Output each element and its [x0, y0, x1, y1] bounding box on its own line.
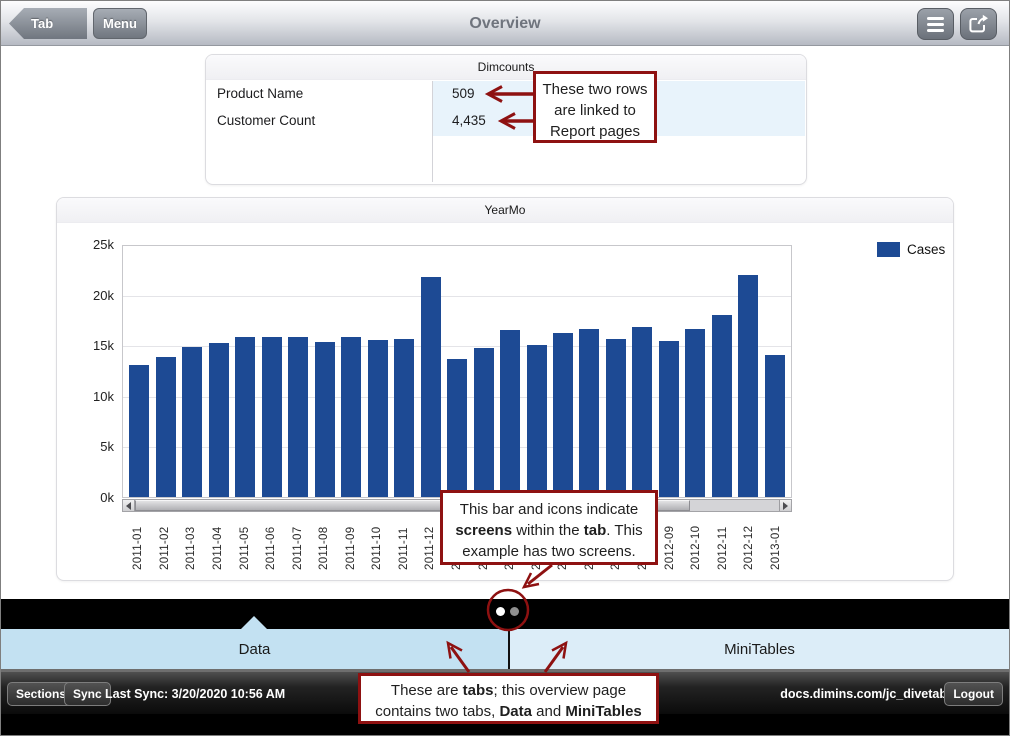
tab-minitables[interactable]: MiniTables	[510, 629, 1009, 669]
screen-dot-2[interactable]	[510, 607, 519, 616]
bar[interactable]	[417, 246, 443, 497]
screen-dot-1[interactable]	[496, 607, 505, 616]
app-window: Tab Block Menu Overview Dimcounts Produc…	[0, 0, 1010, 736]
legend-swatch	[877, 242, 900, 257]
x-axis-label: 2011-02	[152, 514, 179, 570]
y-axis-tick: 0k	[62, 490, 114, 505]
bar[interactable]	[338, 246, 364, 497]
hamburger-icon	[927, 17, 944, 32]
x-axis-label: 2012-09	[656, 514, 683, 570]
bar[interactable]	[735, 246, 761, 497]
bar[interactable]	[603, 246, 629, 497]
bar[interactable]	[444, 246, 470, 497]
x-axis-label: 2011-09	[338, 514, 365, 570]
bar[interactable]	[364, 246, 390, 497]
x-axis-label: 2011-10	[364, 514, 391, 570]
screens-indicator-bar	[1, 599, 1009, 629]
dimcounts-panel: Dimcounts Product Name Customer Count 50…	[205, 54, 807, 185]
x-axis-label: 2012-11	[709, 514, 736, 570]
bar[interactable]	[497, 246, 523, 497]
x-axis-label: 2011-04	[205, 514, 232, 570]
bar[interactable]	[576, 246, 602, 497]
server-url-text: docs.dimins.com/jc_divetab	[780, 672, 947, 717]
x-axis-label: 2011-07	[284, 514, 311, 570]
y-axis-tick: 15k	[62, 338, 114, 353]
x-axis-label: 2013-01	[763, 514, 790, 570]
x-axis-label: 2011-06	[258, 514, 285, 570]
bar[interactable]	[470, 246, 496, 497]
share-icon	[968, 14, 990, 34]
page-title: Overview	[1, 1, 1009, 46]
bar[interactable]	[629, 246, 655, 497]
top-toolbar: Tab Block Menu Overview	[1, 1, 1009, 46]
bars	[123, 246, 791, 497]
annotation-tabs: These are tabs; this overview page conta…	[358, 673, 659, 724]
bar[interactable]	[258, 246, 284, 497]
bar[interactable]	[126, 246, 152, 497]
bar[interactable]	[656, 246, 682, 497]
bar[interactable]	[523, 246, 549, 497]
scrollbar-left-arrow[interactable]	[123, 500, 135, 511]
bar[interactable]	[391, 246, 417, 497]
y-axis-tick: 20k	[62, 288, 114, 303]
x-axis-label: 2011-11	[391, 514, 418, 570]
dimcounts-panel-title: Dimcounts	[206, 55, 806, 80]
bar[interactable]	[762, 246, 788, 497]
y-axis-tick: 25k	[62, 237, 114, 252]
logout-button[interactable]: Logout	[944, 682, 1003, 706]
tab-bar: Data MiniTables	[1, 629, 1009, 669]
chart-legend: Cases	[877, 242, 945, 257]
bar[interactable]	[550, 246, 576, 497]
chart-title: YearMo	[57, 198, 953, 223]
annotation-screens: This bar and icons indicate screens with…	[440, 490, 658, 565]
list-menu-button[interactable]	[917, 8, 954, 40]
dim-row-value-customer-count[interactable]: 4,435	[452, 113, 486, 128]
active-tab-indicator	[241, 616, 267, 629]
x-axis-label: 2011-01	[125, 514, 152, 570]
sync-button[interactable]: Sync	[64, 682, 111, 706]
share-button[interactable]	[960, 8, 997, 40]
tab-divider	[508, 629, 510, 669]
column-divider	[432, 81, 433, 182]
bar[interactable]	[205, 246, 231, 497]
x-axis-label: 2011-05	[231, 514, 258, 570]
dim-row-label-product-name: Product Name	[217, 86, 303, 101]
x-axis-label: 2011-08	[311, 514, 338, 570]
legend-label: Cases	[907, 242, 945, 257]
dim-row-value-product-name[interactable]: 509	[452, 86, 475, 101]
bar[interactable]	[285, 246, 311, 497]
x-axis-label: 2012-10	[683, 514, 710, 570]
bar[interactable]	[179, 246, 205, 497]
bar[interactable]	[152, 246, 178, 497]
tab-data[interactable]: Data	[1, 629, 508, 669]
y-axis-tick: 10k	[62, 389, 114, 404]
bar[interactable]	[311, 246, 337, 497]
bar[interactable]	[709, 246, 735, 497]
annotation-linked-rows: These two rows are linked to Report page…	[533, 71, 657, 143]
chart-plot-area	[122, 245, 792, 498]
x-axis-label: 2012-12	[736, 514, 763, 570]
x-axis-label: 2011-03	[178, 514, 205, 570]
bar[interactable]	[232, 246, 258, 497]
y-axis-tick: 5k	[62, 439, 114, 454]
bar[interactable]	[682, 246, 708, 497]
dim-row-label-customer-count: Customer Count	[217, 113, 315, 128]
scrollbar-right-arrow[interactable]	[779, 500, 791, 511]
last-sync-text: Last Sync: 3/20/2020 10:56 AM	[105, 672, 285, 717]
